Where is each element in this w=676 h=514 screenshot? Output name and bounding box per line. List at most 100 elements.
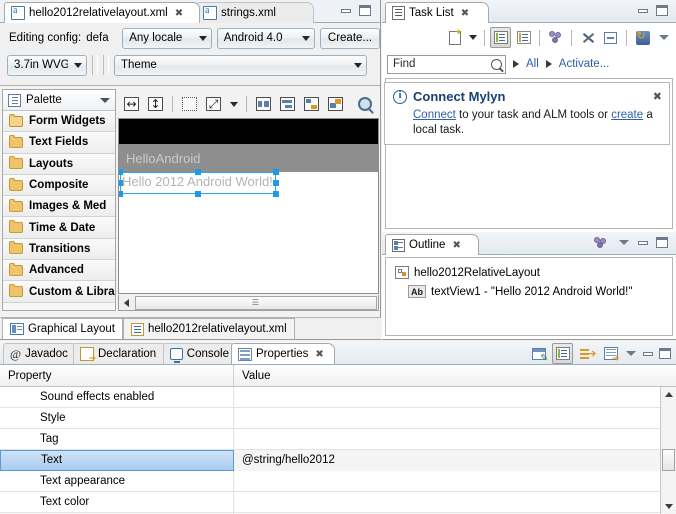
new-task-button[interactable] — [444, 27, 465, 48]
tab-declaration[interactable]: Declaration — [73, 343, 169, 364]
connect-link[interactable]: Connect — [413, 109, 456, 121]
activate-link[interactable]: Activate... — [559, 58, 610, 70]
palette-group-text-fields[interactable]: Text Fields — [3, 132, 115, 154]
show-all-properties-button[interactable] — [600, 343, 621, 364]
table-row[interactable]: Sound effects enabled — [0, 387, 676, 408]
zoom-button[interactable] — [354, 94, 375, 115]
close-icon[interactable]: ✖ — [461, 8, 469, 19]
expand-selection-button[interactable] — [203, 94, 224, 115]
synchronize-button[interactable] — [632, 27, 653, 48]
table-row[interactable]: Text @string/hello2012 — [0, 449, 676, 471]
focus-on-workweek-button[interactable] — [545, 27, 566, 48]
resize-handle-bottom-left[interactable] — [119, 191, 123, 197]
align-top-button[interactable] — [277, 94, 298, 115]
view-menu-icon[interactable] — [617, 236, 631, 249]
table-row[interactable]: Tag — [0, 428, 676, 450]
scroll-thumb[interactable]: ☰ — [135, 295, 377, 310]
property-value[interactable] — [234, 492, 676, 513]
show-categories-button[interactable] — [552, 343, 573, 364]
close-icon[interactable]: ✖ — [653, 90, 662, 103]
editor-tab-strings[interactable]: strings.xml — [196, 2, 314, 23]
resize-handle-middle-left[interactable] — [119, 180, 123, 186]
palette-header[interactable]: Palette — [3, 90, 115, 111]
table-row[interactable]: Text color — [0, 491, 676, 513]
minimize-icon[interactable] — [641, 347, 655, 360]
property-value[interactable] — [234, 471, 676, 492]
resize-handle-top-center[interactable] — [195, 169, 201, 175]
property-value[interactable]: @string/hello2012 — [234, 449, 676, 471]
scroll-down-arrow-icon[interactable] — [661, 499, 676, 514]
tab-outline[interactable]: Outline ✖ — [385, 234, 479, 255]
chevron-down-icon[interactable] — [100, 97, 110, 103]
activate-expand-icon[interactable] — [545, 60, 552, 68]
tab-console[interactable]: Console — [163, 343, 237, 364]
maximize-icon[interactable] — [658, 347, 672, 360]
categorized-view-button[interactable] — [490, 27, 511, 48]
align-baseline-button[interactable] — [301, 94, 322, 115]
property-value[interactable] — [234, 387, 676, 408]
resize-handle-top-right[interactable] — [273, 169, 279, 175]
view-menu-icon[interactable] — [624, 347, 638, 360]
minimize-icon[interactable] — [636, 236, 650, 249]
resize-handle-bottom-right[interactable] — [273, 191, 279, 197]
edit-property-button[interactable] — [528, 343, 549, 364]
minimize-icon[interactable] — [339, 4, 353, 17]
maximize-icon[interactable] — [655, 4, 669, 17]
tab-javadoc[interactable]: @ Javadoc — [3, 343, 79, 364]
table-row[interactable]: Style — [0, 407, 676, 429]
column-header-property[interactable]: Property — [0, 365, 234, 386]
filter-expand-icon[interactable] — [513, 60, 519, 68]
palette-group-images-media[interactable]: Images & Med — [3, 196, 115, 218]
toolbar-dropdown-arrow[interactable] — [227, 94, 240, 115]
find-input[interactable]: Find — [387, 54, 506, 74]
property-value[interactable] — [234, 408, 676, 429]
resize-handle-middle-right[interactable] — [273, 180, 279, 186]
properties-table-body[interactable]: Sound effects enabled Style Tag Text @st… — [0, 387, 676, 514]
platform-combo[interactable]: Android 4.0 — [216, 27, 315, 49]
outline-node-root[interactable]: hello2012RelativeLayout — [386, 263, 672, 282]
tab-xml-source[interactable]: hello2012relativelayout.xml — [122, 318, 295, 339]
toolbar-grip[interactable] — [103, 55, 109, 75]
palette-group-layouts[interactable]: Layouts — [3, 153, 115, 175]
create-button[interactable]: Create... — [319, 27, 380, 49]
palette-group-transitions[interactable]: Transitions — [3, 238, 115, 261]
focus-mode-icon[interactable] — [594, 236, 608, 249]
palette-group-composite[interactable]: Composite — [3, 174, 115, 197]
tab-graphical-layout[interactable]: Graphical Layout — [2, 318, 123, 339]
match-height-button[interactable] — [145, 94, 166, 115]
column-header-value[interactable]: Value — [234, 365, 676, 386]
tab-task-list[interactable]: Task List ✖ — [385, 2, 489, 23]
resize-handle-bottom-center[interactable] — [195, 191, 201, 197]
match-width-button[interactable] — [121, 94, 142, 115]
palette-group-custom-library[interactable]: Custom & Libra — [3, 281, 115, 303]
minimize-icon[interactable] — [636, 4, 650, 17]
property-value[interactable] — [234, 429, 676, 450]
device-combo[interactable]: 3.7in WVGA — [7, 54, 87, 76]
properties-vertical-scrollbar[interactable] — [660, 387, 676, 514]
scroll-up-arrow-icon[interactable] — [661, 387, 676, 402]
close-icon[interactable]: ✖ — [175, 8, 183, 19]
distribute-button[interactable] — [325, 94, 346, 115]
filter-all-link[interactable]: All — [526, 58, 539, 70]
close-icon[interactable]: ✖ — [452, 240, 460, 251]
palette-group-time-date[interactable]: Time & Date — [3, 217, 115, 239]
maximize-icon[interactable] — [358, 4, 372, 17]
close-icon[interactable]: ✖ — [315, 349, 323, 360]
wrap-content-button[interactable] — [179, 94, 200, 115]
device-canvas[interactable]: HelloAndroid Hello 2012 Android World! — [118, 118, 379, 294]
table-row[interactable]: Text appearance — [0, 470, 676, 492]
outline-node-textview[interactable]: Ab textView1 - "Hello 2012 Android World… — [386, 282, 672, 301]
outline-tree[interactable]: hello2012RelativeLayout Ab textView1 - "… — [385, 257, 673, 336]
scroll-thumb[interactable] — [662, 449, 675, 471]
scroll-left-arrow-icon[interactable] — [119, 296, 134, 310]
tab-properties[interactable]: Properties ✖ — [231, 343, 335, 364]
resize-handle-top-left[interactable] — [119, 169, 123, 175]
editor-tab-hello2012relativelayout[interactable]: hello2012relativelayout.xml ✖ — [4, 2, 200, 23]
palette-group-advanced[interactable]: Advanced — [3, 260, 115, 282]
scheduled-view-button[interactable] — [513, 27, 534, 48]
sort-properties-button[interactable] — [576, 343, 597, 364]
create-link[interactable]: create — [611, 109, 643, 121]
theme-combo[interactable]: Theme — [114, 54, 367, 76]
locale-combo[interactable]: Any locale — [122, 27, 212, 49]
view-menu-icon[interactable] — [657, 31, 671, 44]
